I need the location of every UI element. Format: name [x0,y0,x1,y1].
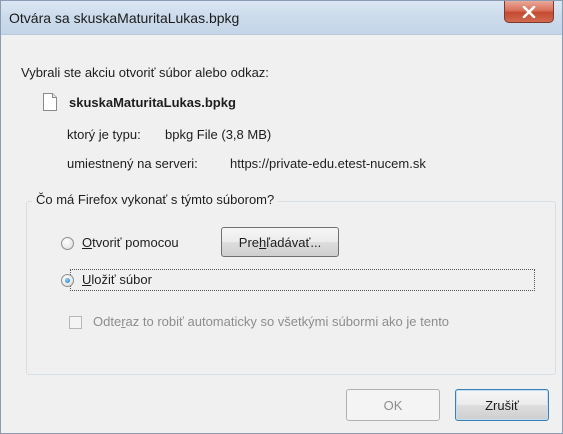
dialog-body: Vybrali ste akciu otvoriť súbor alebo od… [9,35,556,427]
title-bar[interactable]: Otvára sa skuskaMaturitaLukas.bpkg [1,1,562,35]
close-icon [522,5,536,18]
ok-button[interactable]: OK [346,389,440,421]
auto-action-post: az to robiť automaticky so všetkými súbo… [125,314,450,329]
open-with-mnemonic: O [82,235,93,250]
file-type-value: bpkg File (3,8 MB) [165,127,272,142]
cancel-button[interactable]: Zrušiť [455,389,549,421]
download-dialog-window: Otvára sa skuskaMaturitaLukas.bpkg Vybra… [0,0,563,434]
intro-text: Vybrali ste akciu otvoriť súbor alebo od… [21,65,269,80]
browse-pre: Pre [238,234,260,250]
save-file-radio[interactable] [61,274,74,287]
browse-post: ľadávať... [266,234,322,250]
browse-button[interactable]: Pre h ľadávať... [221,227,339,257]
file-type-label: ktorý je typu: [67,127,141,142]
auto-action-label[interactable]: Odteraz to robiť automaticky so všetkými… [93,314,449,329]
open-with-radio[interactable] [61,237,74,250]
auto-action-checkbox[interactable] [69,316,82,329]
window-title: Otvára sa skuskaMaturitaLukas.bpkg [9,10,240,26]
close-button[interactable] [504,1,554,23]
document-icon [43,93,57,111]
open-with-text: tvoriť pomocou [92,235,179,250]
server-value: https://private-edu.etest-nucem.sk [230,156,426,171]
browse-mnemonic: h [259,234,267,250]
server-label: umiestnený na serveri: [67,156,198,171]
save-file-text: ložiť súbor [91,272,152,287]
save-file-mnemonic: U [82,272,92,287]
file-name: skuskaMaturitaLukas.bpkg [69,95,236,110]
open-with-label[interactable]: Otvoriť pomocou [82,235,179,250]
auto-action-pre: Odte [93,314,122,329]
save-file-label[interactable]: Uložiť súbor [82,272,152,287]
action-group-legend: Čo má Firefox vykonať s týmto súborom? [32,192,279,207]
